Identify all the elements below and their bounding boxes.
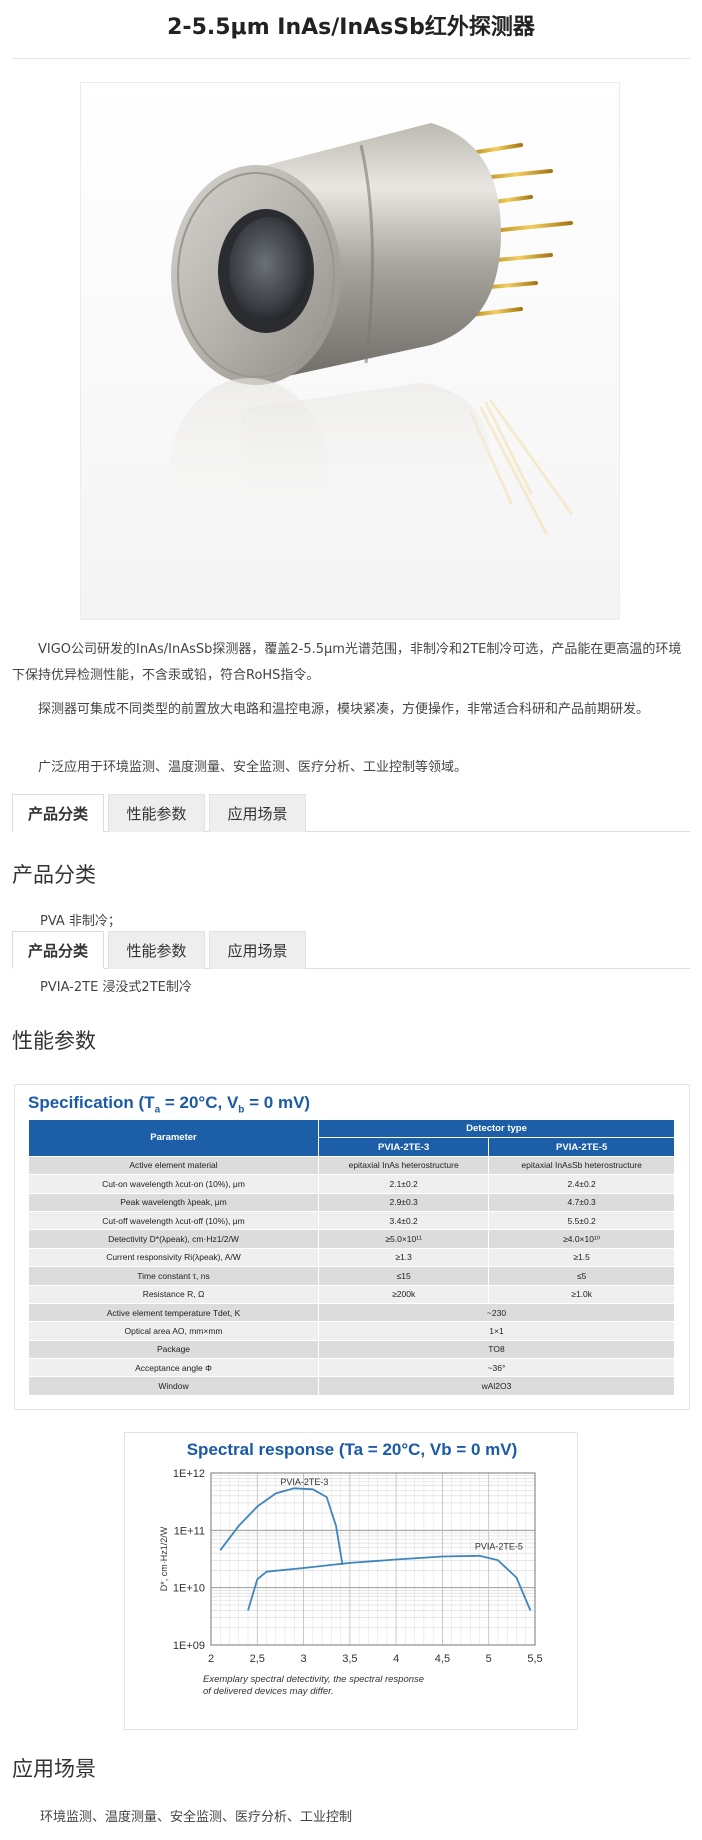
x-tick-label: 3	[301, 1653, 307, 1665]
spec-row: Cut-off wavelength λcut-off (10%), μm 3.4…	[28, 1210, 675, 1231]
applications-text: 环境监测、温度测量、安全监测、医疗分析、工业控制	[40, 1810, 353, 1825]
spec-cell-parameter: Detectivity D*(λpeak), cm·Hz1/2/W	[28, 1229, 319, 1249]
spec-table: Parameter Detector type PVIA-2TE-3 PVIA-…	[28, 1118, 675, 1396]
spec-cell-value: 3.4±0.2	[317, 1210, 490, 1231]
spec-row: Time constant τ, ns ≤15 ≤5	[28, 1266, 675, 1286]
spec-cell-parameter: Time constant τ, ns	[28, 1266, 319, 1286]
spec-cell-parameter: Package	[28, 1339, 319, 1360]
x-tick-label: 2	[208, 1653, 214, 1665]
spec-header-pvia-2te-3: PVIA-2TE-3	[317, 1137, 490, 1157]
spectral-response-chart: Spectral response (Ta = 20°C, Vb = 0 mV)…	[159, 1440, 543, 1697]
tab-applications[interactable]: 应用场景	[209, 931, 306, 969]
spec-row: Acceptance angle Φ ~36°	[28, 1358, 675, 1378]
series-label: PVIA-2TE-5	[475, 1542, 523, 1552]
spec-row: Window wAl2O3	[28, 1376, 675, 1396]
spec-cell-parameter: Cut-on wavelength λcut-on (10%), μm	[28, 1174, 319, 1194]
spec-row: Optical area AO, mm×mm 1×1	[28, 1321, 675, 1341]
product-photo	[80, 82, 620, 620]
spec-header-parameter: Parameter	[28, 1119, 319, 1157]
y-tick-label: 1E+11	[174, 1525, 205, 1537]
category-item-pva: PVA 非制冷；	[40, 914, 121, 929]
x-tick-label: 5,5	[527, 1653, 542, 1665]
spec-cell-value: epitaxial InAsSb heterostructure	[488, 1155, 675, 1176]
spec-row: Active element temperature Tdet, K ~230	[28, 1302, 675, 1323]
spec-row: Detectivity D*(λpeak), cm·Hz1/2/W ≥5.0×10…	[28, 1229, 675, 1249]
y-axis-label: D*, cm·Hz1/2/W	[159, 1526, 169, 1591]
plot-frame	[210, 1472, 536, 1646]
spec-row: Package TO8	[28, 1339, 675, 1360]
spec-cell-value: ≤15	[317, 1266, 490, 1286]
spec-table-body: Active element material epitaxial InAs he…	[28, 1155, 675, 1396]
chart-caption: of delivered devices may differ.	[203, 1686, 334, 1697]
spec-row: Resistance R, Ω ≥200k ≥1.0k	[28, 1284, 675, 1304]
x-tick-label: 3,5	[342, 1653, 357, 1665]
title-divider	[12, 58, 690, 59]
spec-cell-value: epitaxial InAs heterostructure	[317, 1155, 490, 1176]
spec-cell-value: ~36°	[318, 1358, 675, 1378]
spectral-response-panel: Spectral response (Ta = 20°C, Vb = 0 mV)…	[124, 1432, 578, 1730]
spec-cell-value: ≥1.0k	[488, 1284, 675, 1304]
spec-cell-value: ~230	[318, 1302, 675, 1323]
spec-title: Specification (Ta = 20°C, Vb = 0 mV)	[28, 1093, 311, 1116]
tab-bar-sticky: 产品分类 性能参数 应用场景	[12, 931, 690, 969]
spec-row: Cut-on wavelength λcut-on (10%), μm 2.1±0…	[28, 1174, 675, 1194]
spec-cell-parameter: Resistance R, Ω	[28, 1284, 319, 1304]
tab-product-categories[interactable]: 产品分类	[12, 794, 104, 832]
tab-performance[interactable]: 性能参数	[108, 794, 205, 832]
spec-cell-value: 2.1±0.2	[317, 1174, 490, 1194]
y-tick-label: 1E+10	[173, 1583, 205, 1595]
spec-cell-value: wAl2O3	[318, 1376, 675, 1396]
x-tick-label: 2,5	[250, 1653, 265, 1665]
spec-header-detector-type: Detector type	[318, 1118, 675, 1139]
chart-title: Spectral response (Ta = 20°C, Vb = 0 mV)	[187, 1440, 518, 1459]
spec-cell-value: ≥4.0×10¹⁰	[488, 1229, 675, 1249]
tab-product-categories[interactable]: 产品分类	[12, 931, 104, 969]
section-heading-categories: 产品分类	[12, 863, 96, 887]
intro-paragraph-3: 广泛应用于环境监测、温度测量、安全监测、医疗分析、工业控制等领域。	[38, 760, 468, 775]
tab-bar: 产品分类 性能参数 应用场景	[12, 794, 690, 832]
spec-cell-value: TO8	[318, 1339, 675, 1360]
spec-cell-value: 2.9±0.3	[317, 1192, 490, 1212]
intro-paragraph-2: 探测器可集成不同类型的前置放大电路和温控电源，模块紧凑，方便操作，非常适合科研和…	[38, 702, 650, 717]
series-label: PVIA-2TE-3	[280, 1477, 328, 1487]
spec-cell-parameter: Acceptance angle Φ	[28, 1358, 319, 1378]
spec-cell-parameter: Active element material	[28, 1155, 319, 1176]
spec-cell-value: 1×1	[318, 1321, 675, 1341]
spec-cell-value: ≥200k	[317, 1284, 490, 1304]
spec-row: Peak wavelength λpeak, μm 2.9±0.3 4.7±0.3	[28, 1192, 675, 1212]
category-item-pvia: PVIA-2TE 浸没式2TE制冷	[40, 980, 192, 995]
spec-cell-parameter: Optical area AO, mm×mm	[28, 1321, 319, 1341]
spec-cell-value: ≤5	[488, 1266, 675, 1286]
spec-cell-value: ≥1.5	[488, 1247, 675, 1268]
detector-image	[81, 83, 619, 619]
tab-applications[interactable]: 应用场景	[209, 794, 306, 832]
section-heading-applications: 应用场景	[12, 1757, 96, 1781]
spec-cell-parameter: Window	[28, 1376, 319, 1396]
spec-cell-value: ≥1.3	[317, 1247, 490, 1268]
spec-cell-value: 4.7±0.3	[488, 1192, 675, 1212]
series-line-pvia-2te-5	[247, 1554, 532, 1611]
x-tick-label: 5	[486, 1653, 492, 1665]
spec-cell-parameter: Cut-off wavelength λcut-off (10%), μm	[28, 1210, 319, 1231]
spec-row: Current responsivity Ri(λpeak), A/W ≥1.3 ≥…	[28, 1247, 675, 1268]
page-title: 2-5.5μm InAs/InAsSb红外探测器	[167, 15, 535, 40]
y-tick-label: 1E+09	[173, 1640, 205, 1652]
spec-cell-value: 2.4±0.2	[488, 1174, 675, 1194]
spec-header-pvia-2te-5: PVIA-2TE-5	[488, 1137, 675, 1157]
spec-cell-parameter: Active element temperature Tdet, K	[28, 1302, 319, 1323]
intro-paragraph-1: VIGO公司研发的InAs/InAsSb探测器，覆盖2-5.5μm光谱范围，非制…	[12, 642, 682, 683]
section-heading-performance: 性能参数	[12, 1029, 96, 1053]
spec-cell-value: 5.5±0.2	[488, 1210, 675, 1231]
y-tick-label: 1E+12	[173, 1468, 205, 1480]
spec-cell-value: ≥5.0×10¹¹	[317, 1229, 490, 1249]
spec-cell-parameter: Peak wavelength λpeak, μm	[28, 1192, 319, 1212]
x-tick-label: 4,5	[435, 1653, 450, 1665]
specification-panel: Specification (Ta = 20°C, Vb = 0 mV) Par…	[14, 1084, 690, 1410]
spec-cell-parameter: Current responsivity Ri(λpeak), A/W	[28, 1247, 319, 1268]
chart-caption: Exemplary spectral detectivity, the spec…	[203, 1674, 424, 1685]
spec-row: Active element material epitaxial InAs he…	[28, 1155, 675, 1176]
tab-performance[interactable]: 性能参数	[108, 931, 205, 969]
x-tick-label: 4	[393, 1653, 399, 1665]
